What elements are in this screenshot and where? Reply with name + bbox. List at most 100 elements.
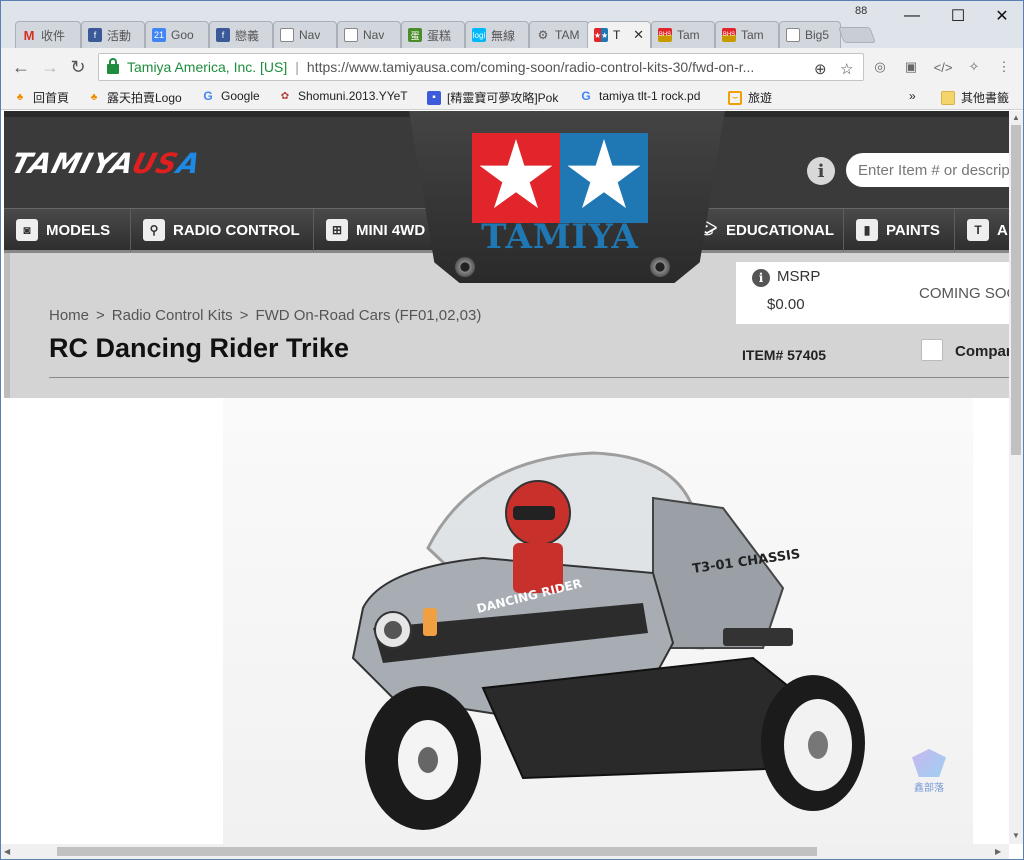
green-badge-icon: 蛋: [408, 28, 422, 42]
mini4wd-icon: ⊞: [326, 219, 348, 241]
tab-facebook-events[interactable]: f 活動: [81, 21, 145, 48]
tab-label: 無線: [491, 28, 516, 43]
rc-icon: ⚲: [143, 219, 165, 241]
zoom-icon[interactable]: ⊕: [814, 60, 827, 78]
page-icon: [786, 28, 800, 42]
car-icon: ⚙: [537, 28, 549, 42]
nav-paints[interactable]: ▮ PAINTS: [844, 209, 955, 251]
nav-label: MINI 4WD: [356, 221, 426, 239]
tab-bhs-2[interactable]: BHS Tam: [715, 21, 779, 48]
address-bar[interactable]: Tamiya America, Inc. [US] | https://www.…: [98, 53, 864, 81]
gmail-icon: M: [23, 27, 35, 43]
breadcrumb-home[interactable]: Home: [49, 307, 89, 324]
nav-models[interactable]: ◙ MODELS: [4, 209, 131, 251]
scroll-left-arrow-icon[interactable]: ◀: [4, 847, 10, 856]
bookmark-star-icon[interactable]: ☆: [840, 60, 853, 78]
horizontal-scrollbar[interactable]: ◀ ▶: [1, 844, 1009, 859]
bookmark-home[interactable]: ♣ 回首頁: [13, 89, 69, 106]
tab-bhs-1[interactable]: BHS Tam: [651, 21, 715, 48]
scroll-right-arrow-icon[interactable]: ▶: [995, 847, 1001, 856]
emblem-wordmark: TAMIYA: [481, 217, 639, 257]
forward-button[interactable]: →: [39, 56, 61, 78]
bookmarks-overflow-button[interactable]: »: [909, 89, 916, 103]
tab-label: Tam: [741, 28, 764, 42]
scroll-down-arrow-icon[interactable]: ▼: [1012, 831, 1020, 840]
msrp-label: MSRP: [777, 268, 821, 285]
bookmark-google[interactable]: G Google: [201, 89, 259, 103]
tab-label: Tam: [677, 28, 700, 42]
blue-square: [560, 133, 648, 223]
nav-mini-4wd[interactable]: ⊞ MINI 4WD: [314, 209, 434, 251]
tab-big5[interactable]: Big5: [779, 21, 841, 48]
extension-4-icon[interactable]: ✧: [965, 59, 983, 75]
vertical-scroll-thumb[interactable]: [1011, 125, 1021, 455]
extension-code-icon[interactable]: </>: [934, 59, 953, 75]
bookmark-travel[interactable]: ⌣ 旅遊: [728, 89, 772, 106]
other-bookmarks[interactable]: 其他書籤: [941, 89, 1009, 106]
new-tab-button[interactable]: [838, 27, 876, 43]
menu-icon[interactable]: ⋮: [995, 59, 1013, 75]
reload-icon: ↻: [70, 56, 86, 77]
vertical-scrollbar[interactable]: ▲ ▼: [1009, 111, 1023, 844]
tab-tamiya-active[interactable]: ★★ T ✕: [587, 21, 651, 48]
bookmark-label: 回首頁: [33, 91, 70, 105]
trike-illustration: DANCING RIDER T3-01 CHASSIS: [351, 451, 865, 830]
maximize-button[interactable]: ☐: [935, 3, 981, 29]
nav-apparel[interactable]: T A: [955, 209, 1009, 251]
tab-tamiya-car[interactable]: ⚙ TAM: [529, 21, 589, 48]
bookmark-tamiya-pdf[interactable]: G tamiya tlt-1 rock.pd: [579, 89, 700, 103]
extension-2-icon[interactable]: ▣: [902, 59, 920, 75]
nav-label: EDUCATIONAL: [726, 221, 835, 239]
tab-label: 蛋糕: [427, 28, 452, 43]
price-box: i MSRP $0.00 COMING SOON: [736, 262, 1009, 324]
bookmark-shomuni[interactable]: ✿ Shomuni.2013.YYeT: [278, 89, 408, 103]
bookmark-pokemon[interactable]: ▪ [精靈寶可夢攻略]Pok: [427, 89, 558, 106]
scroll-up-arrow-icon[interactable]: ▲: [1012, 113, 1020, 122]
reload-button[interactable]: ↻: [67, 56, 89, 78]
url-text[interactable]: https://www.tamiyausa.com/coming-soon/ra…: [307, 59, 807, 75]
bookmarks-bar: ♣ 回首頁 ♣ 露天拍賣Logo G Google ✿ Shomuni.2013…: [1, 86, 1023, 110]
nav-radio-control[interactable]: ⚲ RADIO CONTROL: [131, 209, 314, 251]
info-icon[interactable]: i: [752, 269, 770, 287]
bhs-icon: BHS: [722, 28, 736, 42]
forward-arrow-icon: →: [41, 56, 59, 77]
back-button[interactable]: ←: [10, 56, 32, 78]
horizontal-scroll-thumb[interactable]: [57, 847, 817, 856]
bookmark-ruten-logo[interactable]: ♣ 露天拍賣Logo: [87, 89, 182, 106]
tab-logi[interactable]: logi 無線: [465, 21, 529, 48]
extension-1-icon[interactable]: ◎: [871, 59, 889, 75]
lock-icon: [107, 58, 119, 74]
product-photo[interactable]: DANCING RIDER T3-01 CHASSIS: [223, 398, 973, 844]
overflow-label: »: [909, 89, 916, 103]
browser-toolbar: ← → ↻ Tamiya America, Inc. [US] | https:…: [1, 48, 1023, 86]
breadcrumb-radio-control-kits[interactable]: Radio Control Kits: [112, 307, 233, 324]
tamiyausa-logo[interactable]: TAMIYAUSA: [8, 147, 205, 180]
tab-nav-1[interactable]: Nav: [273, 21, 337, 48]
info-icon[interactable]: i: [807, 157, 835, 185]
item-number: ITEM# 57405: [742, 347, 827, 363]
logi-icon: logi: [472, 28, 486, 42]
blue-speech-icon: ▪: [427, 90, 441, 105]
close-tab-icon[interactable]: ✕: [633, 27, 644, 43]
compare-label[interactable]: Compare: [955, 343, 1009, 360]
tab-facebook[interactable]: f 戀義: [209, 21, 273, 48]
minimize-button[interactable]: —: [889, 3, 935, 29]
nav-educational[interactable]: 🎓︎ EDUCATIONAL: [694, 209, 844, 251]
models-icon: ◙: [16, 219, 38, 241]
breadcrumb-fwd-on-road[interactable]: FWD On-Road Cars (FF01,02,03): [255, 307, 481, 324]
nav-label: RADIO CONTROL: [173, 221, 300, 239]
tab-cake[interactable]: 蛋 蛋糕: [401, 21, 465, 48]
folder-icon: [941, 90, 955, 105]
tamiya-emblem-logo[interactable]: TAMIYA: [472, 133, 648, 255]
screw-icon: [455, 257, 475, 277]
tab-nav-2[interactable]: Nav: [337, 21, 401, 48]
tab-google-calendar[interactable]: 21 Goo: [145, 21, 209, 48]
nav-label: A: [997, 221, 1008, 239]
tab-gmail[interactable]: M 收件: [15, 21, 81, 48]
compare-checkbox[interactable]: [921, 339, 943, 361]
search-input[interactable]: [846, 153, 1009, 187]
tshirt-icon: T: [967, 219, 989, 241]
site-identity[interactable]: Tamiya America, Inc. [US]: [127, 59, 287, 75]
tab-label: Nav: [363, 28, 385, 42]
close-window-button[interactable]: ✕: [979, 3, 1023, 29]
